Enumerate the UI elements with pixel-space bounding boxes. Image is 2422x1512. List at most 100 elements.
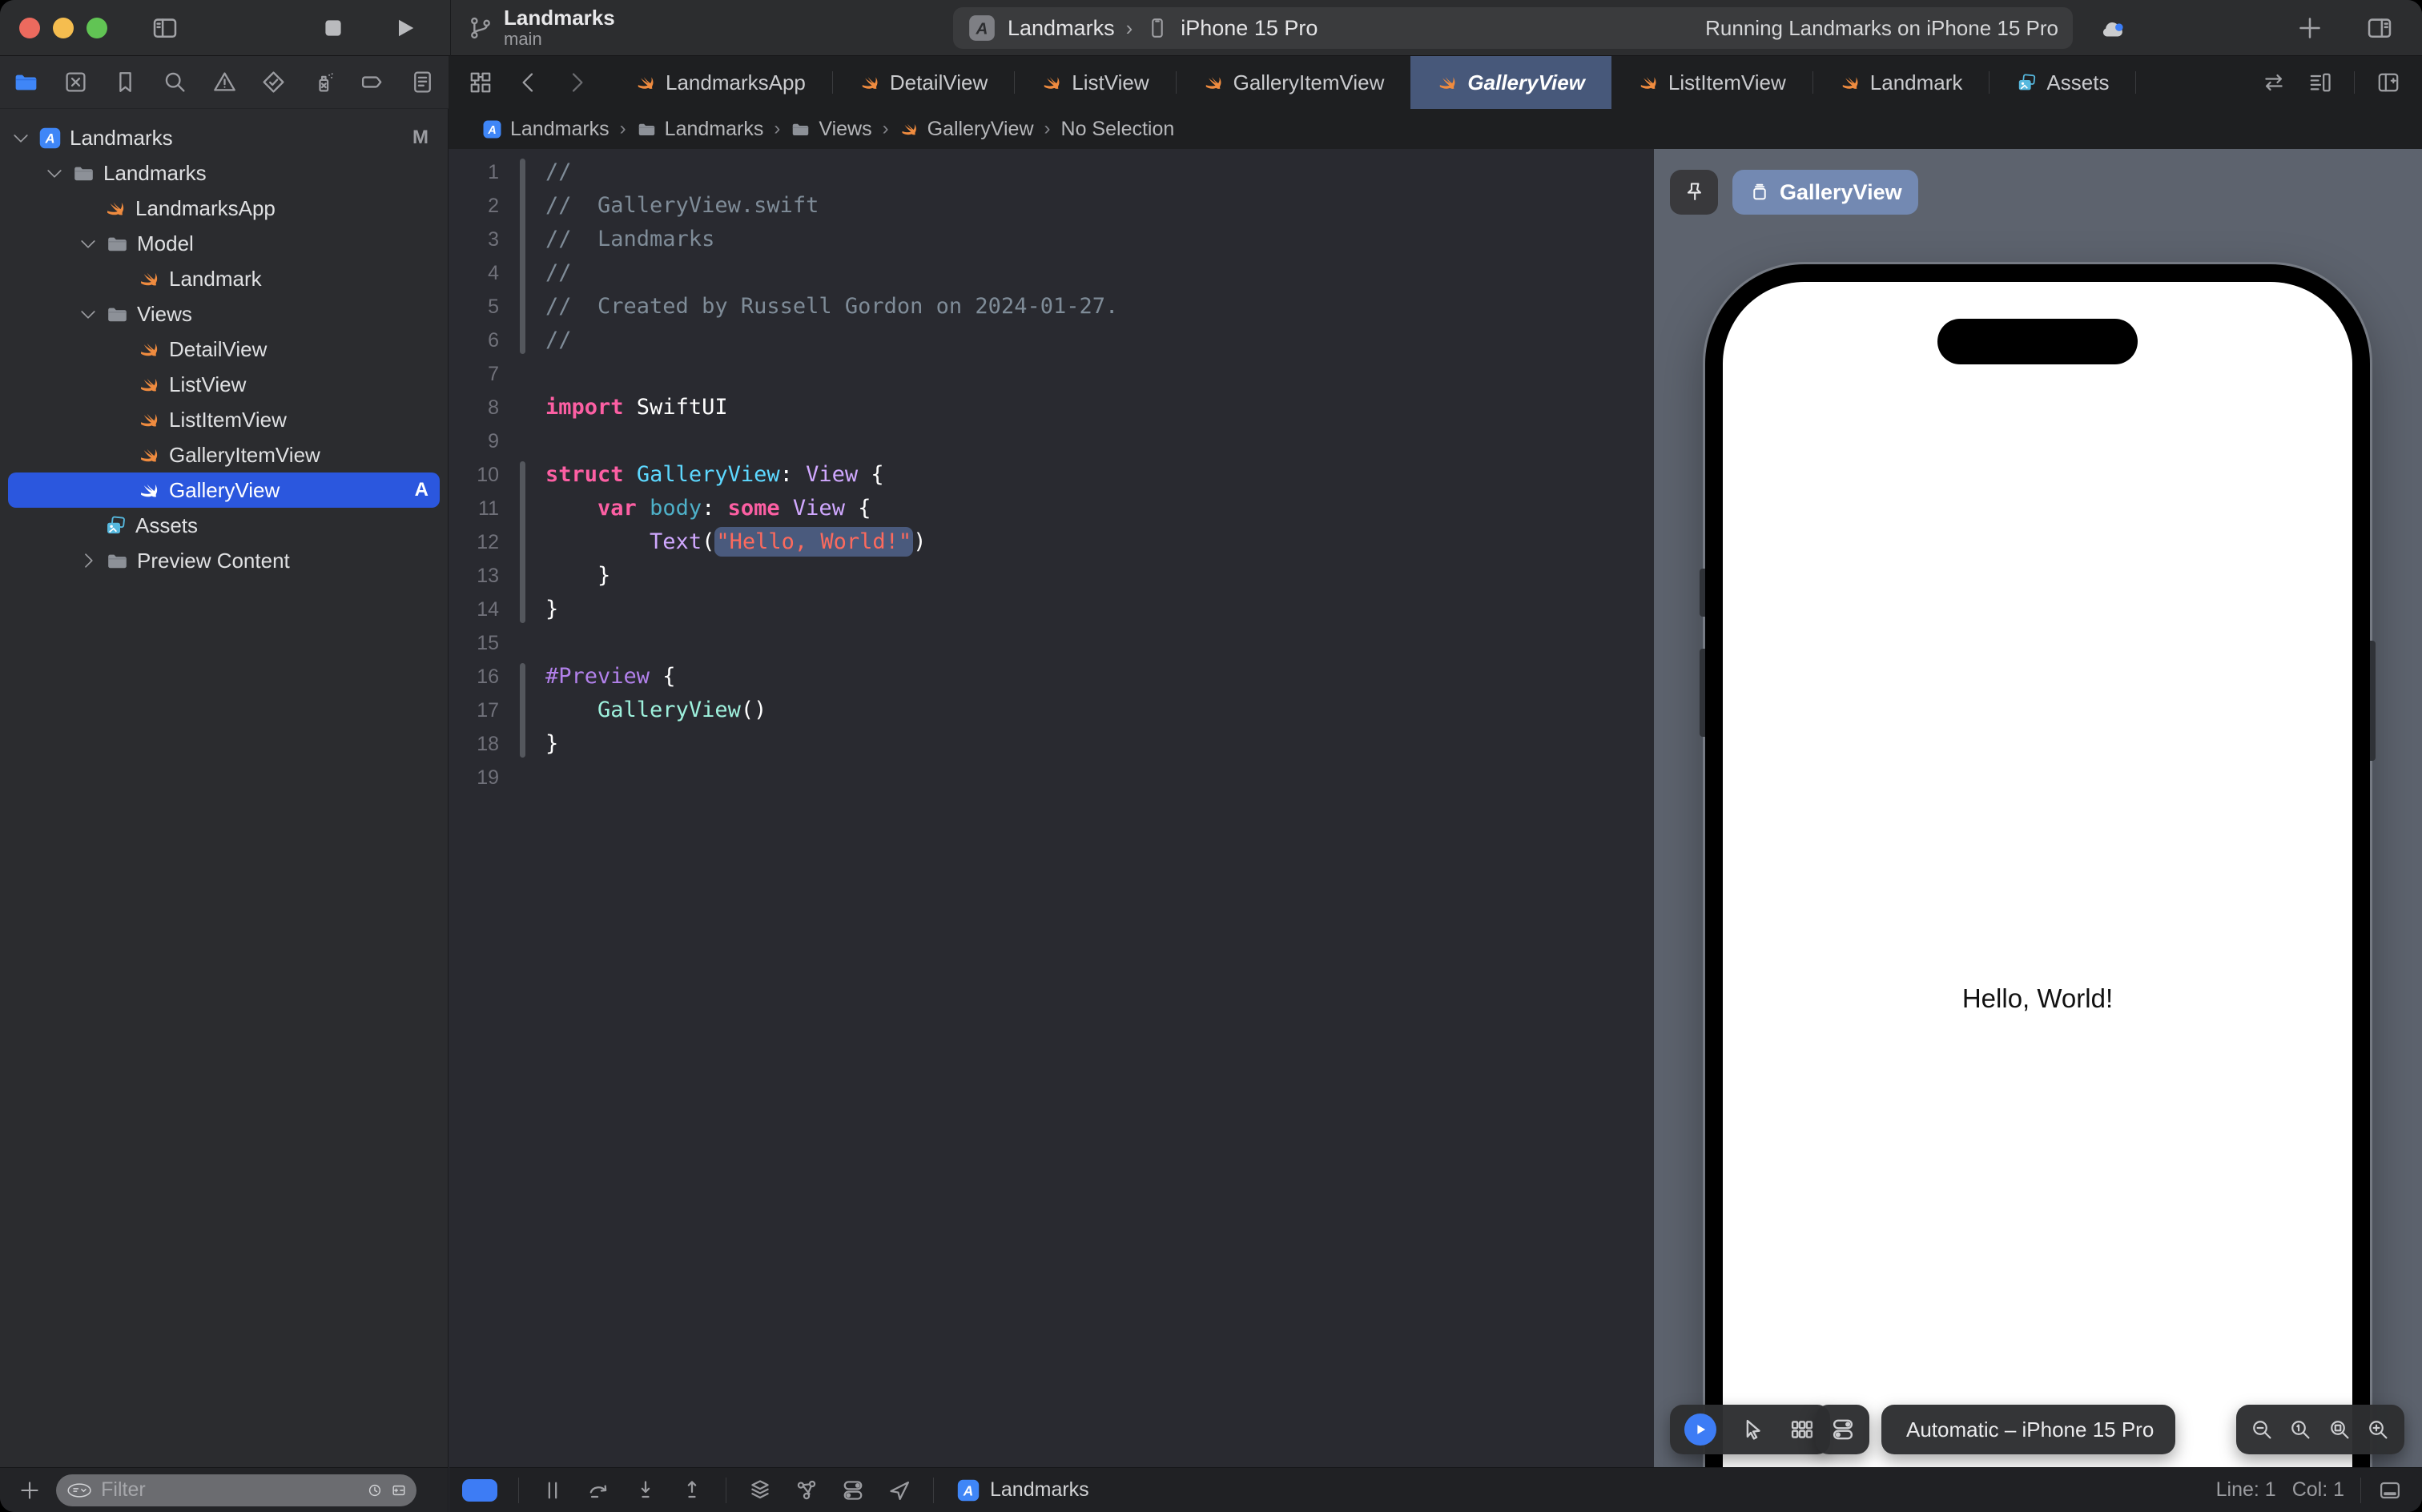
sidebar-item-galleryview[interactable]: GalleryView A [8,472,440,508]
pause-execution-icon[interactable] [540,1478,565,1503]
tab-galleryview[interactable]: GalleryView [1410,56,1611,109]
code-line[interactable]: 10 struct GalleryView: View { [449,458,1653,492]
code-line[interactable]: 4// [449,256,1653,290]
zoom-100-icon[interactable] [2288,1418,2313,1442]
debug-navigator-icon[interactable] [310,69,336,95]
scheme-and-status-bar[interactable]: A Landmarks › iPhone 15 Pro Running Land… [953,7,2073,49]
breadcrumb-item-views[interactable]: Views [791,118,872,141]
code-line[interactable]: 13 } [449,559,1653,593]
code-line[interactable]: 12 Text("Hello, World!") [449,525,1653,559]
breakpoints-toggle-button[interactable] [462,1478,497,1502]
find-navigator-icon[interactable] [162,69,188,95]
filter-options-icon[interactable] [66,1478,93,1502]
toggle-inspector-icon[interactable] [2364,14,2395,42]
go-back-icon[interactable] [516,70,541,95]
sidebar-item-landmarks[interactable]: Landmarks [8,155,440,191]
sidebar-item-assets[interactable]: Assets [8,508,440,543]
tab-landmarksapp[interactable]: LandmarksApp [609,56,832,109]
disclosure-down-icon[interactable] [11,128,30,147]
sidebar-item-landmark[interactable]: Landmark [8,261,440,296]
code-line[interactable]: 2 // GalleryView.swift [449,189,1653,223]
disclosure-down-icon[interactable] [45,163,64,183]
tab-landmark[interactable]: Landmark [1813,56,1990,109]
stop-button[interactable] [320,15,346,41]
filter-input[interactable] [101,1478,360,1502]
code-line[interactable]: 8 import SwiftUI [449,391,1653,424]
pin-preview-button[interactable] [1670,170,1718,215]
selectable-mode-icon[interactable] [1739,1416,1766,1443]
code-line[interactable]: 11 var body: some View { [449,492,1653,525]
code-line[interactable]: 5 // Created by Russell Gordon on 2024-01… [449,290,1653,324]
library-add-icon[interactable] [2295,14,2324,42]
toggle-debug-area-icon[interactable] [2377,1478,2403,1503]
close-window-button[interactable] [19,17,40,38]
toggle-navigator-icon[interactable] [151,14,179,42]
code-line[interactable]: 6// [449,324,1653,357]
tab-assets[interactable]: Assets [1990,56,2135,109]
test-navigator-icon[interactable] [260,69,287,95]
sidebar-item-views[interactable]: Views [8,296,440,332]
code-line[interactable]: 9 [449,424,1653,458]
code-line[interactable]: 7 [449,357,1653,391]
view-hierarchy-debugger-icon[interactable] [747,1478,773,1503]
step-out-icon[interactable] [679,1478,705,1503]
sidebar-item-landmarks[interactable]: A Landmarks M [8,120,440,155]
breakpoint-navigator-icon[interactable] [360,69,386,95]
disclosure-right-icon[interactable] [78,551,98,570]
tab-galleryitemview[interactable]: GalleryItemView [1177,56,1411,109]
bookmark-navigator-icon[interactable] [112,69,139,95]
sidebar-item-galleryitemview[interactable]: GalleryItemView [8,437,440,472]
scheme-device[interactable]: iPhone 15 Pro [1181,16,1318,41]
scheme-project[interactable]: Landmarks [1008,16,1115,41]
zoom-in-icon[interactable] [2366,1418,2391,1442]
live-preview-button[interactable] [1684,1413,1716,1446]
disclosure-down-icon[interactable] [78,304,98,324]
code-line[interactable]: 14} [449,593,1653,626]
project-navigator-icon[interactable] [13,69,39,95]
code-line[interactable]: 16 #Preview { [449,660,1653,694]
zoom-fit-icon[interactable] [2327,1418,2352,1442]
breadcrumb-item-no-selection[interactable]: No Selection [1061,118,1175,141]
sidebar-item-listitemview[interactable]: ListItemView [8,402,440,437]
code-line[interactable]: 15 [449,626,1653,660]
environment-overrides-icon[interactable] [840,1478,866,1503]
filter-field[interactable] [56,1474,416,1506]
code-line[interactable]: 3 // Landmarks [449,223,1653,256]
iphone-screen[interactable] [1723,282,2352,1467]
memory-graph-debugger-icon[interactable] [794,1478,819,1503]
adjust-editor-icon[interactable] [2261,70,2287,95]
recent-files-icon[interactable] [367,1479,383,1502]
code-line[interactable]: 1// [449,155,1653,189]
code-line[interactable]: 18} [449,727,1653,761]
variants-mode-icon[interactable] [1788,1416,1816,1443]
sidebar-item-detailview[interactable]: DetailView [8,332,440,367]
related-items-icon[interactable] [468,70,493,95]
code-line[interactable]: 19 [449,761,1653,794]
go-forward-icon[interactable] [564,70,589,95]
add-file-icon[interactable] [18,1478,42,1502]
sidebar-item-preview-content[interactable]: Preview Content [8,543,440,578]
breadcrumb-item-galleryview[interactable]: GalleryView [899,118,1034,141]
tab-listview[interactable]: ListView [1015,56,1175,109]
run-button[interactable] [392,15,418,41]
tab-detailview[interactable]: DetailView [833,56,1014,109]
zoom-window-button[interactable] [86,17,107,38]
code-area[interactable]: 1//2// GalleryView.swift 3// Landmarks 4//… [449,149,1653,794]
step-over-icon[interactable] [586,1478,612,1503]
zoom-out-icon[interactable] [2250,1418,2275,1442]
sidebar-item-listview[interactable]: ListView [8,367,440,402]
editor-options-icon[interactable] [2307,70,2333,95]
minimize-window-button[interactable] [53,17,74,38]
device-settings-icon[interactable] [1829,1416,1857,1443]
breadcrumb-item-landmarks[interactable]: A Landmarks [482,118,610,141]
preview-target-chip[interactable]: GalleryView [1732,170,1918,215]
simulate-location-icon[interactable] [887,1478,912,1503]
disclosure-down-icon[interactable] [78,234,98,253]
source-control-filter-icon[interactable] [391,1479,407,1502]
add-editor-icon[interactable] [2376,70,2401,95]
sidebar-item-landmarksapp[interactable]: LandmarksApp [8,191,440,226]
report-navigator-icon[interactable] [409,69,436,95]
issue-navigator-icon[interactable] [211,69,238,95]
tab-listitemview[interactable]: ListItemView [1611,56,1812,109]
breadcrumb-item-landmarks[interactable]: Landmarks [637,118,763,141]
